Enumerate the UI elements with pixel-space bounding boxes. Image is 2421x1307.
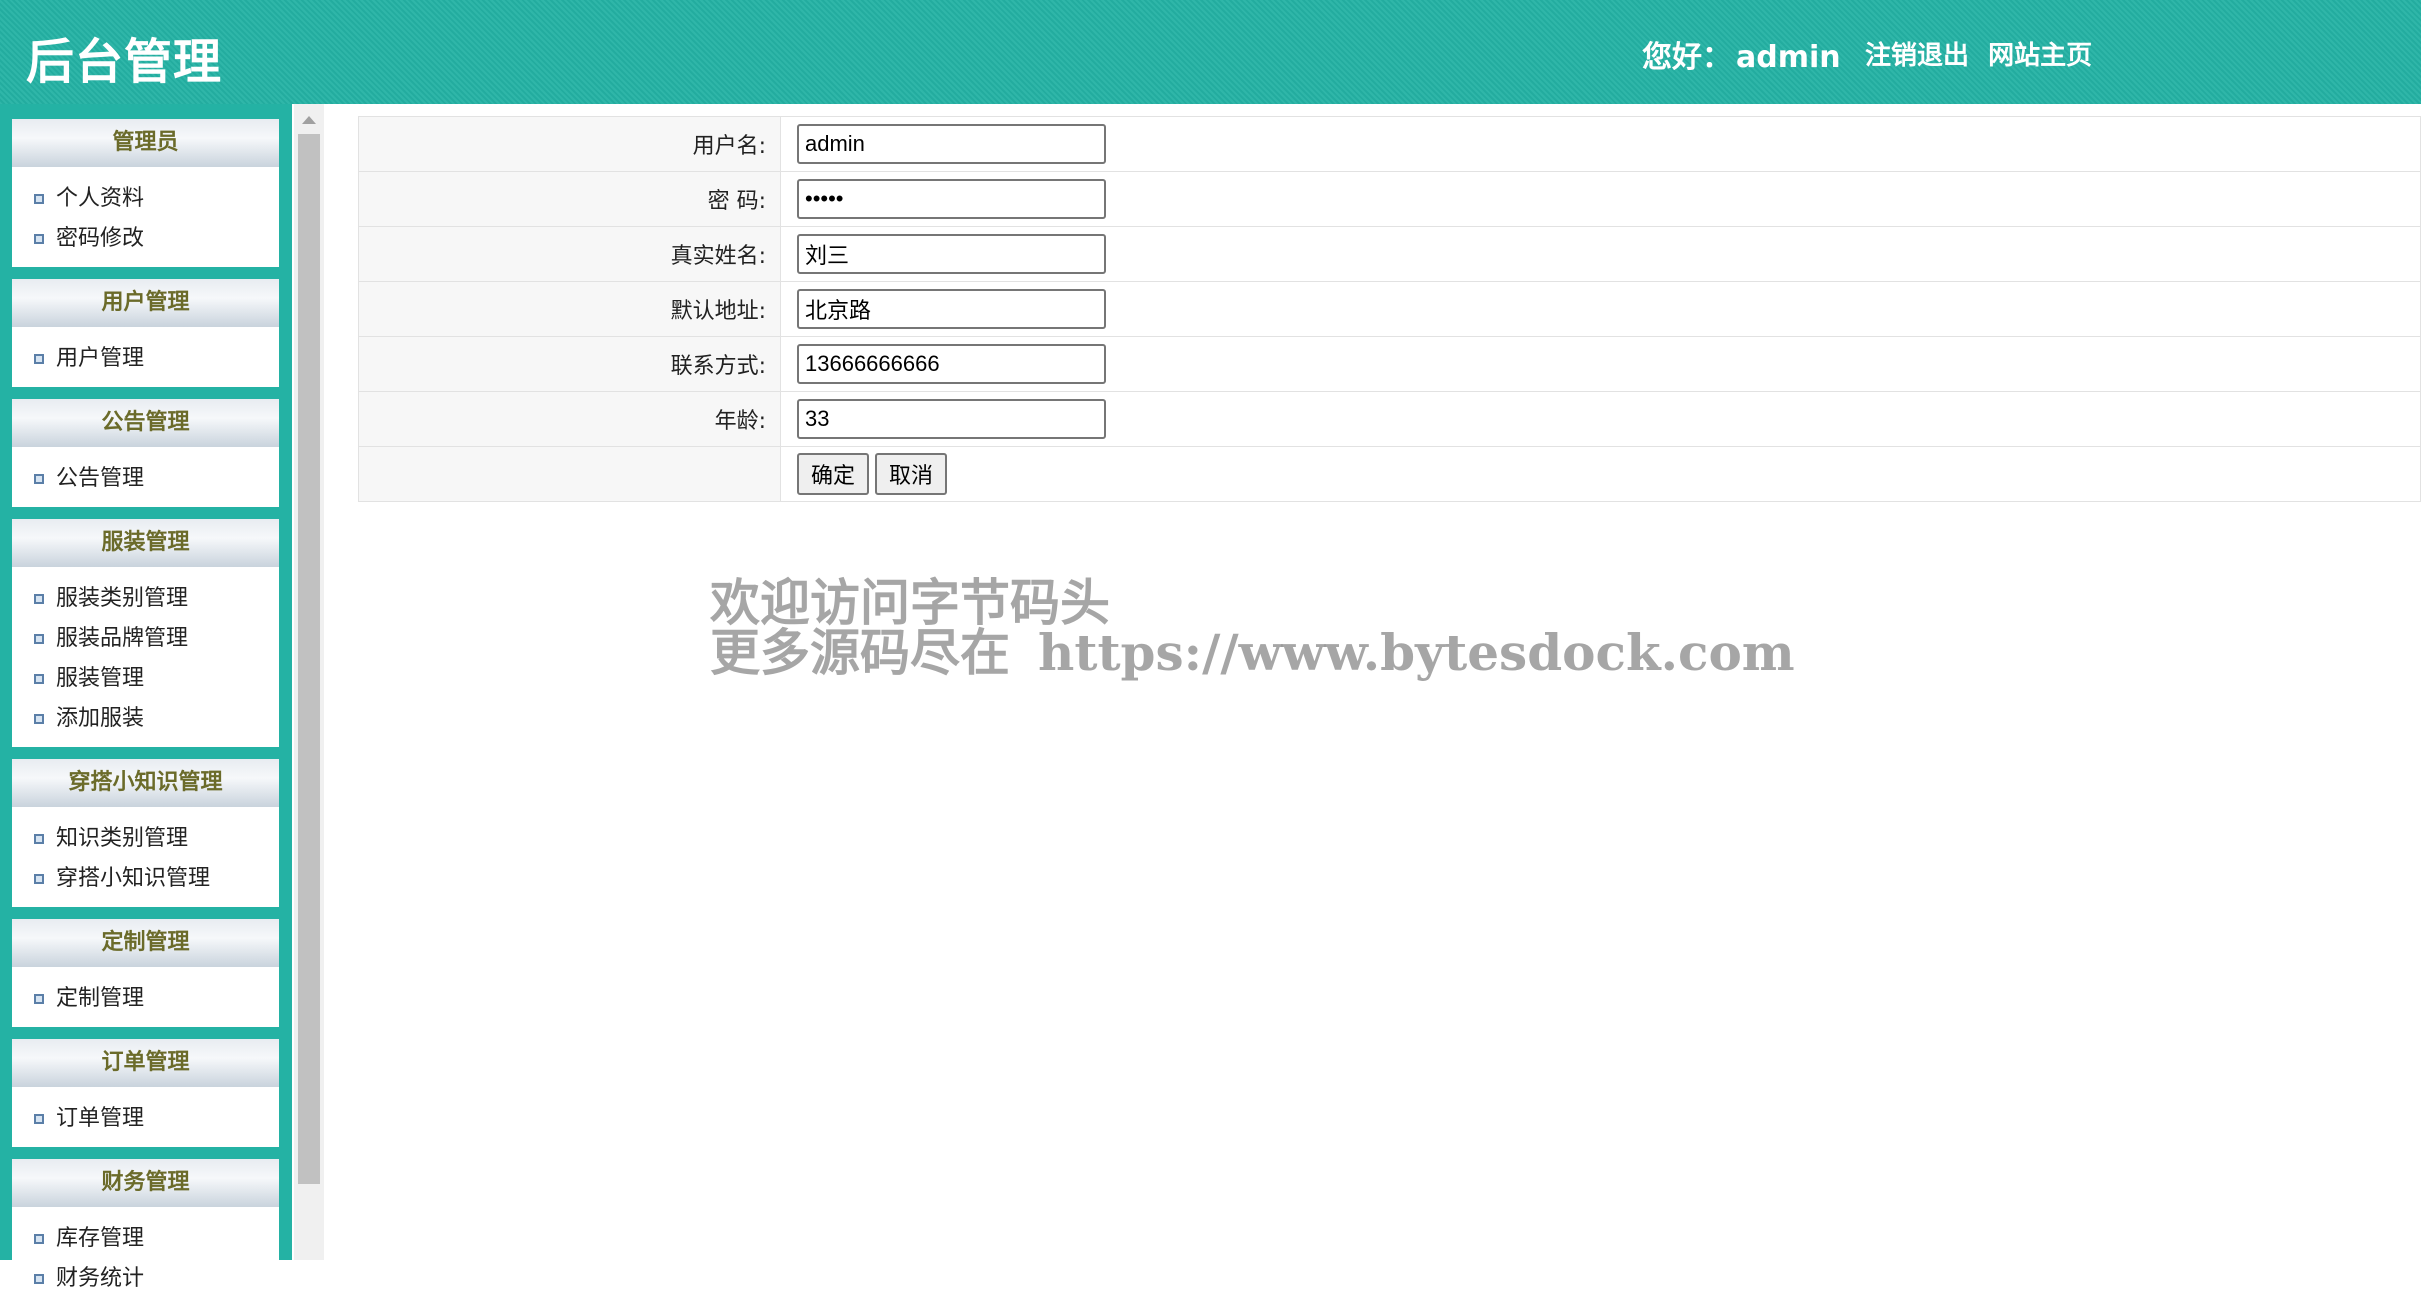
form-row-age: 年龄: bbox=[358, 391, 2421, 447]
watermark: 欢迎访问字节码头 更多源码尽在 https://www.bytesdock.com bbox=[710, 578, 1795, 678]
sidebar-item-notice-management[interactable]: 公告管理 bbox=[12, 459, 279, 499]
form-row-actions: 确定 取消 bbox=[358, 446, 2421, 502]
field-label: 默认地址: bbox=[358, 281, 781, 337]
watermark-prefix: 更多源码尽在 bbox=[710, 624, 1010, 682]
menu-group-finance: 财务管理 库存管理 财务统计 bbox=[12, 1159, 279, 1307]
confirm-button[interactable]: 确定 bbox=[797, 453, 870, 495]
form-row-address: 默认地址: bbox=[358, 281, 2421, 337]
menu-group-clothing: 服装管理 服装类别管理 服装品牌管理 服装管理 添加服装 bbox=[12, 519, 279, 747]
watermark-url: https://www.bytesdock.com bbox=[1038, 623, 1795, 682]
username-input[interactable] bbox=[797, 124, 1106, 164]
bullet-icon bbox=[34, 994, 44, 1004]
bullet-icon bbox=[34, 354, 44, 364]
form-row-phone: 联系方式: bbox=[358, 336, 2421, 392]
menu-group-users: 用户管理 用户管理 bbox=[12, 279, 279, 387]
menu-group-notices: 公告管理 公告管理 bbox=[12, 399, 279, 507]
sidebar-item-custom-management[interactable]: 定制管理 bbox=[12, 979, 279, 1019]
form-row-password: 密 码: bbox=[358, 171, 2421, 227]
bullet-icon bbox=[34, 714, 44, 724]
profile-form: 用户名: 密 码: 真实姓名: 默认地址: 联系方式: 年龄: 确定取消 bbox=[358, 116, 2421, 502]
field-label: 密 码: bbox=[358, 171, 781, 227]
bullet-icon bbox=[34, 634, 44, 644]
sidebar-item-clothing-category[interactable]: 服装类别管理 bbox=[12, 579, 279, 619]
sidebar-item-knowledge-category[interactable]: 知识类别管理 bbox=[12, 819, 279, 859]
main-content: 用户名: 密 码: 真实姓名: 默认地址: 联系方式: 年龄: 确定取消 bbox=[358, 116, 2421, 502]
sidebar: 管理员 个人资料 密码修改 用户管理 用户管理 公告管理 公告管理 服装管理 服… bbox=[0, 104, 292, 1307]
address-input[interactable] bbox=[797, 289, 1106, 329]
password-input[interactable] bbox=[797, 179, 1106, 219]
bullet-icon bbox=[34, 1114, 44, 1124]
bullet-icon bbox=[34, 834, 44, 844]
field-label: 真实姓名: bbox=[358, 226, 781, 282]
bullet-icon bbox=[34, 1234, 44, 1244]
form-row-username: 用户名: bbox=[358, 116, 2421, 172]
menu-group-custom: 定制管理 定制管理 bbox=[12, 919, 279, 1027]
form-row-realname: 真实姓名: bbox=[358, 226, 2421, 282]
field-label: 联系方式: bbox=[358, 336, 781, 392]
menu-group-header[interactable]: 服装管理 bbox=[12, 519, 279, 567]
sidebar-item-order-management[interactable]: 订单管理 bbox=[12, 1099, 279, 1139]
menu-group-header[interactable]: 公告管理 bbox=[12, 399, 279, 447]
bullet-icon bbox=[34, 594, 44, 604]
menu-group-header[interactable]: 财务管理 bbox=[12, 1159, 279, 1207]
sidebar-item-add-clothing[interactable]: 添加服装 bbox=[12, 699, 279, 739]
logout-link[interactable]: 注销退出 bbox=[1865, 41, 1969, 71]
menu-group-orders: 订单管理 订单管理 bbox=[12, 1039, 279, 1147]
menu-group-header[interactable]: 用户管理 bbox=[12, 279, 279, 327]
realname-input[interactable] bbox=[797, 234, 1106, 274]
bullet-icon bbox=[34, 1274, 44, 1284]
username: admin bbox=[1736, 40, 1841, 75]
bullet-icon bbox=[34, 474, 44, 484]
home-link[interactable]: 网站主页 bbox=[1988, 41, 2092, 71]
field-label: 用户名: bbox=[358, 116, 781, 172]
site-title: 后台管理 bbox=[26, 34, 223, 90]
header-links: 注销退出 网站主页 bbox=[1865, 35, 2102, 72]
menu-group-header[interactable]: 定制管理 bbox=[12, 919, 279, 967]
cancel-button[interactable]: 取消 bbox=[875, 453, 948, 495]
menu-group-admin: 管理员 个人资料 密码修改 bbox=[12, 119, 279, 267]
greeting: 您好： admin bbox=[1642, 32, 1841, 76]
field-label: 年龄: bbox=[358, 391, 781, 447]
bullet-icon bbox=[34, 874, 44, 884]
sidebar-item-tips-management[interactable]: 穿搭小知识管理 bbox=[12, 859, 279, 899]
menu-group-header[interactable]: 管理员 bbox=[12, 119, 279, 167]
menu-group-header[interactable]: 订单管理 bbox=[12, 1039, 279, 1087]
scroll-thumb[interactable] bbox=[298, 134, 320, 1184]
sidebar-item-finance-stats[interactable]: 财务统计 bbox=[12, 1259, 279, 1299]
sidebar-item-clothing-brand[interactable]: 服装品牌管理 bbox=[12, 619, 279, 659]
sidebar-item-inventory[interactable]: 库存管理 bbox=[12, 1219, 279, 1259]
age-input[interactable] bbox=[797, 399, 1106, 439]
sidebar-item-user-management[interactable]: 用户管理 bbox=[12, 339, 279, 379]
bullet-icon bbox=[34, 194, 44, 204]
bullet-icon bbox=[34, 234, 44, 244]
scroll-up-arrow-icon[interactable] bbox=[302, 116, 316, 124]
sidebar-item-clothing-management[interactable]: 服装管理 bbox=[12, 659, 279, 699]
sidebar-item-profile[interactable]: 个人资料 bbox=[12, 179, 279, 219]
greeting-label: 您好： bbox=[1642, 40, 1732, 75]
top-header: 后台管理 您好： admin 注销退出 网站主页 bbox=[0, 0, 2421, 104]
phone-input[interactable] bbox=[797, 344, 1106, 384]
sidebar-scrollbar[interactable] bbox=[294, 104, 324, 1260]
bullet-icon bbox=[34, 674, 44, 684]
sidebar-item-change-password[interactable]: 密码修改 bbox=[12, 219, 279, 259]
menu-group-tips: 穿搭小知识管理 知识类别管理 穿搭小知识管理 bbox=[12, 759, 279, 907]
menu-group-header[interactable]: 穿搭小知识管理 bbox=[12, 759, 279, 807]
watermark-line1: 欢迎访问字节码头 bbox=[710, 574, 1110, 632]
